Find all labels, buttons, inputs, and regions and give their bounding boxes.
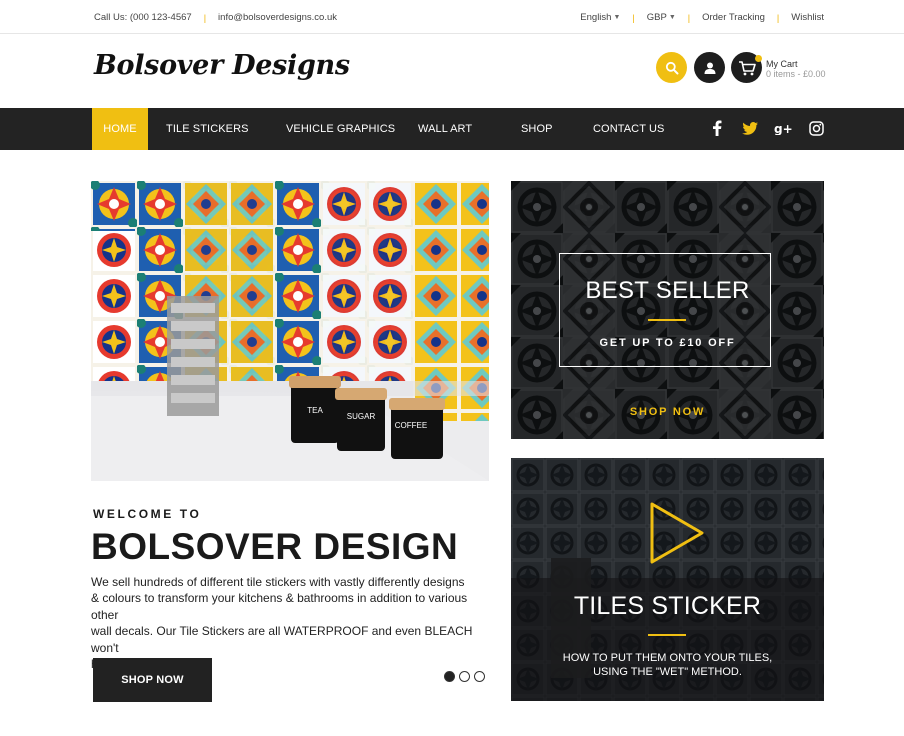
hero-image: TEA SUGAR COFFEE	[91, 181, 489, 481]
site-header: Bolsover Designs My Cart 0 items - £0.00	[0, 34, 904, 108]
top-links: English ▼ | GBP ▼ | Order Tracking | Wishl…	[580, 12, 824, 23]
slider-dots	[444, 671, 485, 682]
cart-summary[interactable]: My Cart 0 items - £0.00	[766, 59, 826, 79]
jar-label-sugar: SUGAR	[347, 412, 376, 421]
order-tracking-link[interactable]: Order Tracking	[702, 12, 765, 23]
cart-button[interactable]	[731, 52, 762, 83]
shop-now-button[interactable]: SHOP NOW	[93, 658, 212, 702]
slider-dot-3[interactable]	[474, 671, 485, 682]
welcome-kicker: WELCOME TO	[93, 507, 202, 521]
description-line: & colours to transform your kitchens & b…	[91, 591, 468, 622]
divider: |	[203, 12, 207, 23]
search-button[interactable]	[656, 52, 687, 83]
search-icon	[665, 61, 678, 74]
email-link[interactable]: info@bolsoverdesigns.co.uk	[218, 12, 337, 23]
language-label: English	[580, 12, 612, 23]
phone-number: Call Us: (000 123-4567	[94, 12, 192, 23]
slider-dot-1[interactable]	[444, 671, 455, 682]
divider: |	[687, 12, 691, 23]
svg-text:g+: g+	[774, 122, 792, 135]
wishlist-link[interactable]: Wishlist	[791, 12, 824, 23]
description-line: wall decals. Our Tile Stickers are all W…	[91, 624, 473, 655]
contact-info: Call Us: (000 123-4567 | info@bolsoverde…	[94, 12, 337, 23]
tiles-sticker-title: TILES STICKER	[573, 592, 762, 620]
cart-count: 0 items - £0.00	[766, 69, 826, 79]
best-seller-shop-link[interactable]: SHOP NOW	[511, 406, 824, 418]
nav-vehicle-graphics[interactable]: VEHICLE GRAPHICS	[286, 108, 395, 150]
tile-kitchen-photo: TEA SUGAR COFFEE	[91, 181, 489, 481]
best-seller-banner[interactable]: BEST SELLER GET UP TO £10 OFF SHOP NOW	[511, 181, 824, 439]
best-seller-title: BEST SELLER	[585, 277, 750, 304]
nav-shop[interactable]: SHOP	[521, 108, 553, 150]
nav-tile-stickers[interactable]: TILE STICKERS	[166, 108, 249, 150]
jar-label-coffee: COFFEE	[395, 421, 427, 430]
jar-label-tea: TEA	[307, 406, 323, 415]
chevron-down-icon: ▼	[613, 14, 621, 21]
main-nav: HOME TILE STICKERS VEHICLE GRAPHICS WALL…	[0, 108, 904, 150]
nav-wall-art[interactable]: WALL ART	[418, 108, 472, 150]
cart-title: My Cart	[766, 59, 798, 69]
language-select[interactable]: English ▼	[580, 12, 620, 23]
slider-dot-2[interactable]	[459, 671, 470, 682]
site-logo[interactable]: Bolsover Designs	[94, 50, 350, 81]
cart-icon	[738, 60, 756, 75]
currency-select[interactable]: GBP ▼	[647, 12, 676, 23]
instagram-icon[interactable]	[807, 119, 825, 137]
divider-line	[648, 634, 686, 636]
cart-badge	[755, 55, 762, 62]
nav-contact-us[interactable]: CONTACT US	[593, 108, 665, 150]
chevron-down-icon: ▼	[668, 14, 676, 21]
subtitle-line: USING THE "WET" METHOD.	[593, 666, 742, 678]
divider: |	[632, 12, 635, 23]
welcome-title: BOLSOVER DESIGN	[91, 526, 459, 567]
nav-home[interactable]: HOME	[92, 108, 148, 150]
facebook-icon[interactable]	[708, 119, 726, 137]
best-seller-frame	[559, 253, 771, 367]
user-icon	[704, 62, 715, 74]
tiles-sticker-video-banner[interactable]: TILES STICKER HOW TO PUT THEM ONTO YOUR …	[511, 458, 824, 701]
tiles-sticker-subtitle: HOW TO PUT THEM ONTO YOUR TILES, USING T…	[511, 651, 824, 679]
best-seller-subtitle: GET UP TO £10 OFF	[599, 337, 736, 349]
description-line: We sell hundreds of different tile stick…	[91, 575, 465, 589]
twitter-icon[interactable]	[741, 119, 759, 137]
account-button[interactable]	[694, 52, 725, 83]
play-icon[interactable]	[648, 500, 706, 566]
divider: |	[776, 12, 780, 23]
subtitle-line: HOW TO PUT THEM ONTO YOUR TILES,	[562, 652, 773, 664]
google-plus-icon[interactable]: g+	[774, 119, 792, 137]
currency-label: GBP	[646, 12, 667, 23]
top-bar: Call Us: (000 123-4567 | info@bolsoverde…	[0, 0, 904, 34]
divider-line	[648, 319, 686, 321]
